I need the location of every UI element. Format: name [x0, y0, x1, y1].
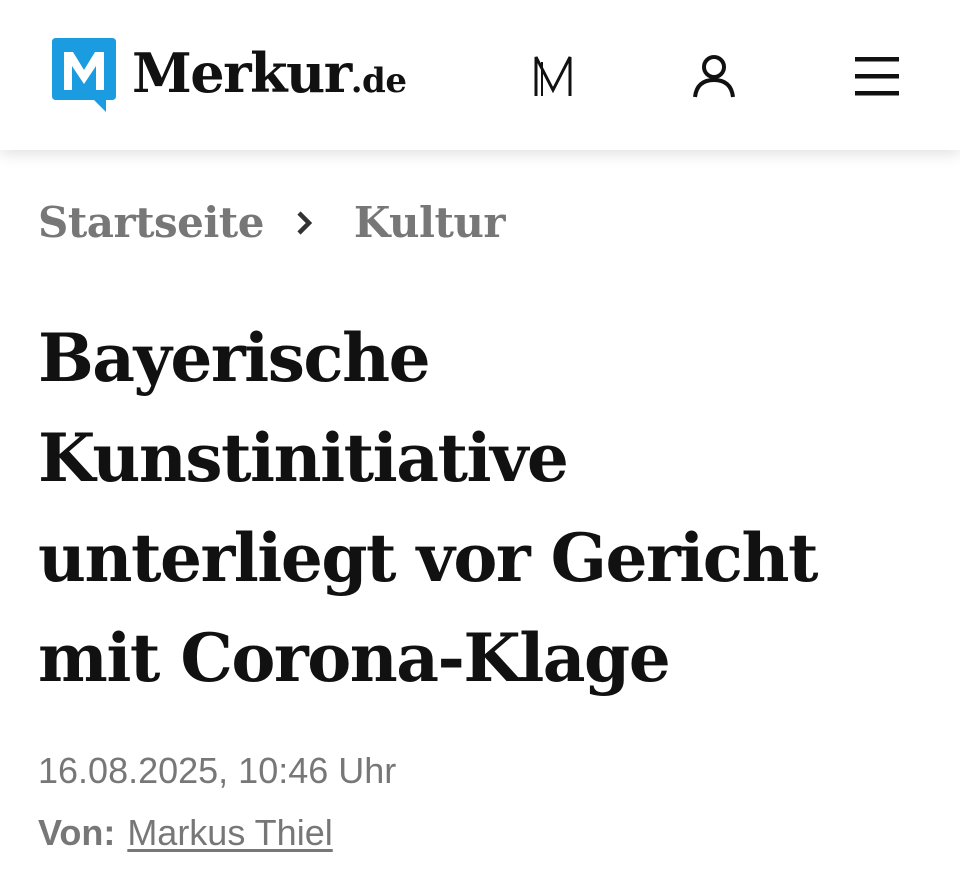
article-byline: Von: Markus Thiel: [38, 812, 333, 854]
headline-line: Kunstinitiative: [38, 419, 569, 497]
menu-icon: [855, 57, 899, 96]
chevron-right-icon: [294, 208, 316, 238]
author-link[interactable]: Markus Thiel: [127, 812, 332, 853]
headline-line: unterliegt vor Gericht: [38, 519, 818, 597]
merkur-logo-icon: [52, 38, 116, 112]
merkur-m-icon: [534, 56, 572, 96]
headline-line: mit Corona-Klage: [38, 619, 671, 697]
menu-button[interactable]: [849, 48, 905, 104]
site-logo[interactable]: Merkur.de: [50, 34, 407, 114]
account-button[interactable]: [686, 48, 742, 104]
breadcrumb-home-link[interactable]: Startseite: [38, 198, 264, 247]
logo-name: Merkur: [132, 41, 352, 105]
breadcrumb-kultur-link[interactable]: Kultur: [354, 198, 506, 247]
article-headline: Bayerische Kunstinitiative unterliegt vo…: [38, 308, 928, 708]
author-label: Von:: [38, 812, 116, 853]
user-icon: [693, 55, 735, 98]
headline-line: Bayerische: [38, 319, 431, 397]
breadcrumb: Startseite Kultur: [38, 198, 506, 247]
logo-tld: .de: [350, 61, 407, 101]
logo-wordmark: Merkur.de: [132, 46, 407, 101]
site-header: Merkur.de: [0, 0, 960, 150]
article-date: 16.08.2025, 10:46 Uhr: [38, 750, 397, 791]
merkur-m-button[interactable]: [525, 48, 581, 104]
